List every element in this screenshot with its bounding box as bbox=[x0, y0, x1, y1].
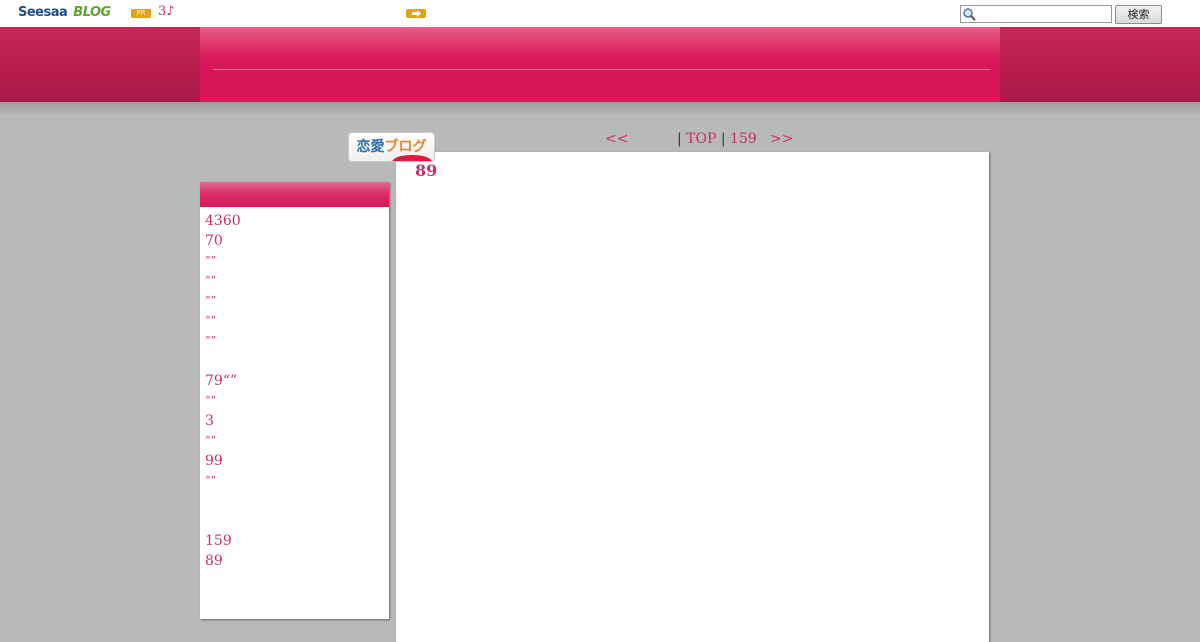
pager: << | TOP | 159 >> bbox=[605, 131, 805, 149]
pr-link[interactable]: 3♪ bbox=[158, 4, 175, 19]
sidebar-item bbox=[205, 511, 241, 531]
sidebar-item[interactable]: “” bbox=[205, 391, 241, 411]
banner-text-love: 恋愛 bbox=[356, 139, 385, 155]
sidebar-item[interactable]: 159 bbox=[205, 531, 241, 551]
logo-blog-text: BLOG bbox=[73, 5, 111, 20]
article-title[interactable]: 89 bbox=[415, 161, 437, 180]
pager-separator: | bbox=[677, 131, 687, 147]
sidebar-list: 4360 70 “” “” “” “” “” 79“” “” 3 “” 99 “… bbox=[205, 211, 241, 571]
header-divider bbox=[213, 69, 990, 70]
sidebar-item[interactable]: “” bbox=[205, 431, 241, 451]
sidebar-item[interactable]: 70 bbox=[205, 231, 241, 251]
header-band bbox=[0, 27, 1200, 102]
banner-text-blog: ブログ bbox=[384, 139, 427, 155]
sidebar-item bbox=[205, 351, 241, 371]
current-article-link[interactable]: 159 bbox=[730, 131, 757, 147]
banner-swoosh-icon bbox=[392, 155, 432, 161]
sidebar-item[interactable]: “” bbox=[205, 311, 241, 331]
sidebar-item[interactable]: 99 bbox=[205, 451, 241, 471]
sidebar: 4360 70 “” “” “” “” “” 79“” “” 3 “” 99 “… bbox=[200, 182, 389, 619]
love-blog-ranking-banner[interactable]: 恋愛ブログ bbox=[348, 132, 435, 162]
search-button[interactable]: 検索 bbox=[1115, 5, 1162, 24]
sidebar-item[interactable]: “” bbox=[205, 471, 241, 491]
arrow-right-icon[interactable] bbox=[406, 9, 426, 18]
top-bar: Seesaa BLOG PR 3♪ 検索 bbox=[0, 0, 1200, 27]
search-icon bbox=[963, 8, 976, 21]
pr-badge: PR bbox=[131, 9, 151, 18]
sidebar-header bbox=[200, 182, 389, 207]
sidebar-item[interactable]: 3 bbox=[205, 411, 241, 431]
next-page-link[interactable]: >> bbox=[770, 131, 793, 147]
top-link[interactable]: TOP bbox=[686, 131, 716, 147]
header-center bbox=[200, 27, 1000, 102]
prev-page-link[interactable]: << bbox=[605, 131, 628, 147]
sidebar-item bbox=[205, 491, 241, 511]
sidebar-item[interactable]: “” bbox=[205, 251, 241, 271]
sidebar-item[interactable]: 79“” bbox=[205, 371, 241, 391]
sidebar-item[interactable]: “” bbox=[205, 331, 241, 351]
sidebar-item[interactable]: “” bbox=[205, 271, 241, 291]
sidebar-item[interactable]: 4360 bbox=[205, 211, 241, 231]
sidebar-item[interactable]: 89 bbox=[205, 551, 241, 571]
logo-seesaa-text: Seesaa bbox=[18, 5, 68, 20]
main-content: 89 bbox=[396, 152, 989, 642]
sidebar-item[interactable]: “” bbox=[205, 291, 241, 311]
seesaa-blog-logo[interactable]: Seesaa BLOG bbox=[18, 5, 111, 21]
pager-separator: | bbox=[716, 131, 731, 147]
search-input[interactable] bbox=[960, 5, 1112, 23]
pager-middle: | TOP | 159 bbox=[677, 131, 757, 147]
header-shadow bbox=[0, 102, 1200, 116]
